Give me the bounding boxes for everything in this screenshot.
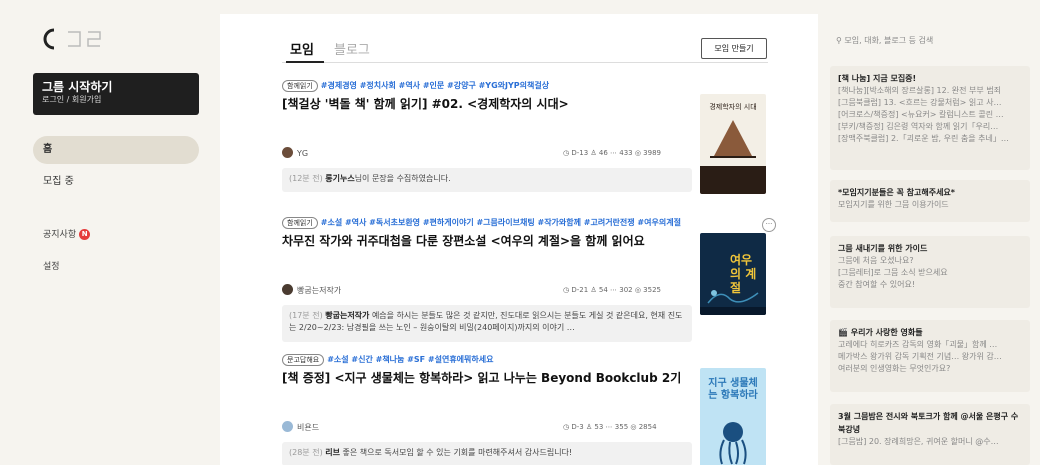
search-icon: ⚲ <box>836 36 842 45</box>
latest-activity[interactable]: (17분 전) 빵굽는저작가 예습을 하시는 분들도 많은 것 같지만, 진도대… <box>282 305 692 342</box>
card-link[interactable]: 메가박스 왕가위 감독 기획전 기념… 왕가위 감… <box>838 351 1022 363</box>
post-tags[interactable]: #소설 #역사 #독서초보환영 #편하게이야기 #그믐라이브채팅 #작가와함께 … <box>321 218 681 227</box>
activity-user: 리브 <box>325 448 340 457</box>
post-tagline: 함께읽기 #소설 #역사 #독서초보환영 #편하게이야기 #그믐라이브채팅 #작가… <box>282 217 681 229</box>
card-link[interactable]: 중간 참여할 수 있어요! <box>838 279 1022 291</box>
create-meeting-button[interactable]: 모임 만들기 <box>701 38 767 59</box>
sidebar-card[interactable]: [책 나눔] 지금 모집중! [책나눔][박소해의 장르살롱] 12. 완전 부… <box>830 66 1030 170</box>
post-card[interactable]: 함께읽기 #소설 #역사 #독서초보환영 #편하게이야기 #그믐라이브채팅 #작가… <box>282 217 776 342</box>
author-name: 빵굽는저작가 <box>297 286 342 295</box>
card-link[interactable]: 고레에다 히로카즈 감독의 영화「괴물」함께 … <box>838 339 1022 351</box>
post-author[interactable]: 비욘드 <box>282 421 319 434</box>
category-pill[interactable]: 함께읽기 <box>282 217 318 229</box>
card-link[interactable]: [장맥주북클럽] 2.「괴로운 밤, 우린 춤을 추네」… <box>838 133 1022 145</box>
activity-user: 롱기누스 <box>325 174 355 183</box>
activity-time: (17분 전) <box>289 311 323 320</box>
card-title[interactable]: *모임지기분들은 꼭 참고해주세요* <box>838 186 1022 199</box>
post-card[interactable]: 함께읽기 #경제경영 #정치사회 #역사 #인문 #강양구 #YG와JYP의책걸상… <box>282 80 770 200</box>
post-stats: ◷ D-13 ♙ 46 ⋯ 433 ◎ 3989 <box>563 149 661 157</box>
post-author[interactable]: YG <box>282 147 308 160</box>
category-pill[interactable]: 함께읽기 <box>282 80 318 92</box>
post-title[interactable]: [책 증정] <지구 생물체는 항복하라> 읽고 나누는 Beyond Book… <box>282 369 692 386</box>
post-tags[interactable]: #경제경영 #정치사회 #역사 #인문 #강양구 #YG와JYP의책걸상 <box>321 81 549 90</box>
start-box[interactable]: 그름 시작하기 로그인 / 회원가입 <box>33 73 199 115</box>
sidebar: 그름 시작하기 로그인 / 회원가입 홈 모집 중 공지사항 N 설정 <box>12 14 220 465</box>
card-title[interactable]: 🎬 우리가 사랑한 영화들 <box>838 326 1022 339</box>
tab-divider <box>282 62 768 63</box>
card-link[interactable]: [그믐북클럽] 13. <흐르는 강물처럼> 읽고 사… <box>838 97 1022 109</box>
card-link[interactable]: [부키/책증정] 김은령 역자와 함께 읽기「우리… <box>838 121 1022 133</box>
latest-activity[interactable]: (12분 전) 롱기누스님이 문장을 수집하였습니다. <box>282 168 692 192</box>
search-input[interactable]: ⚲ 모임, 대화, 블로그 등 검색 <box>830 32 1030 50</box>
post-title[interactable]: [책걸상 '벽돌 책' 함께 읽기] #02. <경제학자의 시대> <box>282 95 692 112</box>
card-link[interactable]: 모임지기를 위한 그믐 이용가이드 <box>838 199 1022 211</box>
book-cover[interactable]: 지구 생물체는 항복하라 <box>700 368 766 465</box>
card-link[interactable]: [그믐레터]로 그믐 소식 받으세요 <box>838 267 1022 279</box>
activity-time: (12분 전) <box>289 174 323 183</box>
more-tags-icon[interactable]: ··· <box>762 218 776 232</box>
post-card[interactable]: 문고답해요 #소설 #신간 #책나눔 #SF #설연휴에뭐하세요 [책 증정] <… <box>282 354 770 465</box>
card-title[interactable]: 그믐 새내기를 위한 가이드 <box>838 242 1022 255</box>
brand-logo[interactable] <box>42 28 122 50</box>
post-title[interactable]: 차무진 작가와 귀주대첩을 다룬 장편소설 <여우의 계절>을 함께 읽어요 <box>282 232 692 249</box>
notice-label: 공지사항 <box>43 230 77 240</box>
avatar <box>282 421 293 432</box>
author-name: YG <box>297 149 309 158</box>
card-title[interactable]: 3월 그믐밤은 전시와 북토크가 함께 @서울 은평구 수북강녕 <box>838 410 1022 436</box>
post-tagline: 문고답해요 #소설 #신간 #책나눔 #SF #설연휴에뭐하세요 <box>282 354 494 366</box>
activity-text: 님이 문장을 수집하였습니다. <box>354 174 451 183</box>
card-link[interactable]: [책나눔][박소해의 장르살롱] 12. 완전 부부 범죄 <box>838 85 1022 97</box>
tab-meetings[interactable]: 모임 <box>290 39 314 58</box>
nav-recruiting[interactable]: 모집 중 <box>33 168 199 196</box>
post-tags[interactable]: #소설 #신간 #책나눔 #SF #설연휴에뭐하세요 <box>327 355 493 364</box>
sidebar-card[interactable]: *모임지기분들은 꼭 참고해주세요* 모임지기를 위한 그믐 이용가이드 <box>830 180 1030 222</box>
active-tab-indicator <box>286 61 324 63</box>
tab-blog[interactable]: 블로그 <box>334 39 370 58</box>
new-badge: N <box>79 229 91 240</box>
post-author[interactable]: 빵굽는저작가 <box>282 284 341 297</box>
activity-text: 좋은 책으로 독서모임 할 수 있는 기회를 마련해주셔서 감사드립니다! <box>339 448 573 457</box>
right-panel: ⚲ 모임, 대화, 블로그 등 검색 [책 나눔] 지금 모집중! [책나눔][… <box>830 14 1030 465</box>
avatar <box>282 147 293 158</box>
latest-activity[interactable]: (28분 전) 리브 좋은 책으로 독서모임 할 수 있는 기회를 마련해주셔서… <box>282 442 692 465</box>
post-tagline: 함께읽기 #경제경영 #정치사회 #역사 #인문 #강양구 #YG와JYP의책걸상 <box>282 80 549 92</box>
card-title[interactable]: [책 나눔] 지금 모집중! <box>838 72 1022 85</box>
card-link[interactable]: 그믐에 처음 오셨나요? <box>838 255 1022 267</box>
nav-home[interactable]: 홈 <box>33 136 199 164</box>
activity-user: 빵굽는저작가 <box>325 311 370 320</box>
search-placeholder: 모임, 대화, 블로그 등 검색 <box>844 36 934 45</box>
login-signup-link[interactable]: 로그인 / 회원가입 <box>42 94 190 106</box>
sidebar-card[interactable]: 🎬 우리가 사랑한 영화들 고레에다 히로카즈 감독의 영화「괴물」함께 … 메… <box>830 320 1030 392</box>
post-stats: ◷ D-21 ♙ 54 ⋯ 302 ◎ 3525 <box>563 286 661 294</box>
category-pill[interactable]: 문고답해요 <box>282 354 325 366</box>
nav-settings[interactable]: 설정 <box>43 259 60 272</box>
book-cover-art <box>700 120 766 194</box>
sidebar-card[interactable]: 3월 그믐밤은 전시와 북토크가 함께 @서울 은평구 수북강녕 [그믐밤] 2… <box>830 404 1030 465</box>
book-cover-art <box>700 290 766 315</box>
card-link[interactable]: [어크로스/책증정] <뉴요커> 칼럼니스트 콜린 … <box>838 109 1022 121</box>
activity-time: (28분 전) <box>289 448 323 457</box>
main-feed: 모임 블로그 모임 만들기 함께읽기 #경제경영 #정치사회 #역사 #인문 #강… <box>220 14 818 465</box>
avatar <box>282 284 293 295</box>
card-link[interactable]: 여러분의 인생영화는 무엇인가요? <box>838 363 1022 375</box>
post-stats: ◷ D-3 ♙ 53 ⋯ 355 ◎ 2854 <box>563 423 657 431</box>
nav-notice[interactable]: 공지사항 N <box>43 227 91 240</box>
sidebar-card[interactable]: 그믐 새내기를 위한 가이드 그믐에 처음 오셨나요? [그믐레터]로 그믐 소… <box>830 236 1030 308</box>
book-cover-art <box>719 422 747 465</box>
book-cover[interactable]: 경제학자의 시대 <box>700 94 766 194</box>
card-link[interactable]: [그믐밤] 20. 장례희망은, 귀여운 할머니 @수… <box>838 436 1022 448</box>
book-cover[interactable]: 여우의 계절 <box>700 233 766 315</box>
start-title: 그름 시작하기 <box>42 80 113 94</box>
author-name: 비욘드 <box>297 423 320 432</box>
